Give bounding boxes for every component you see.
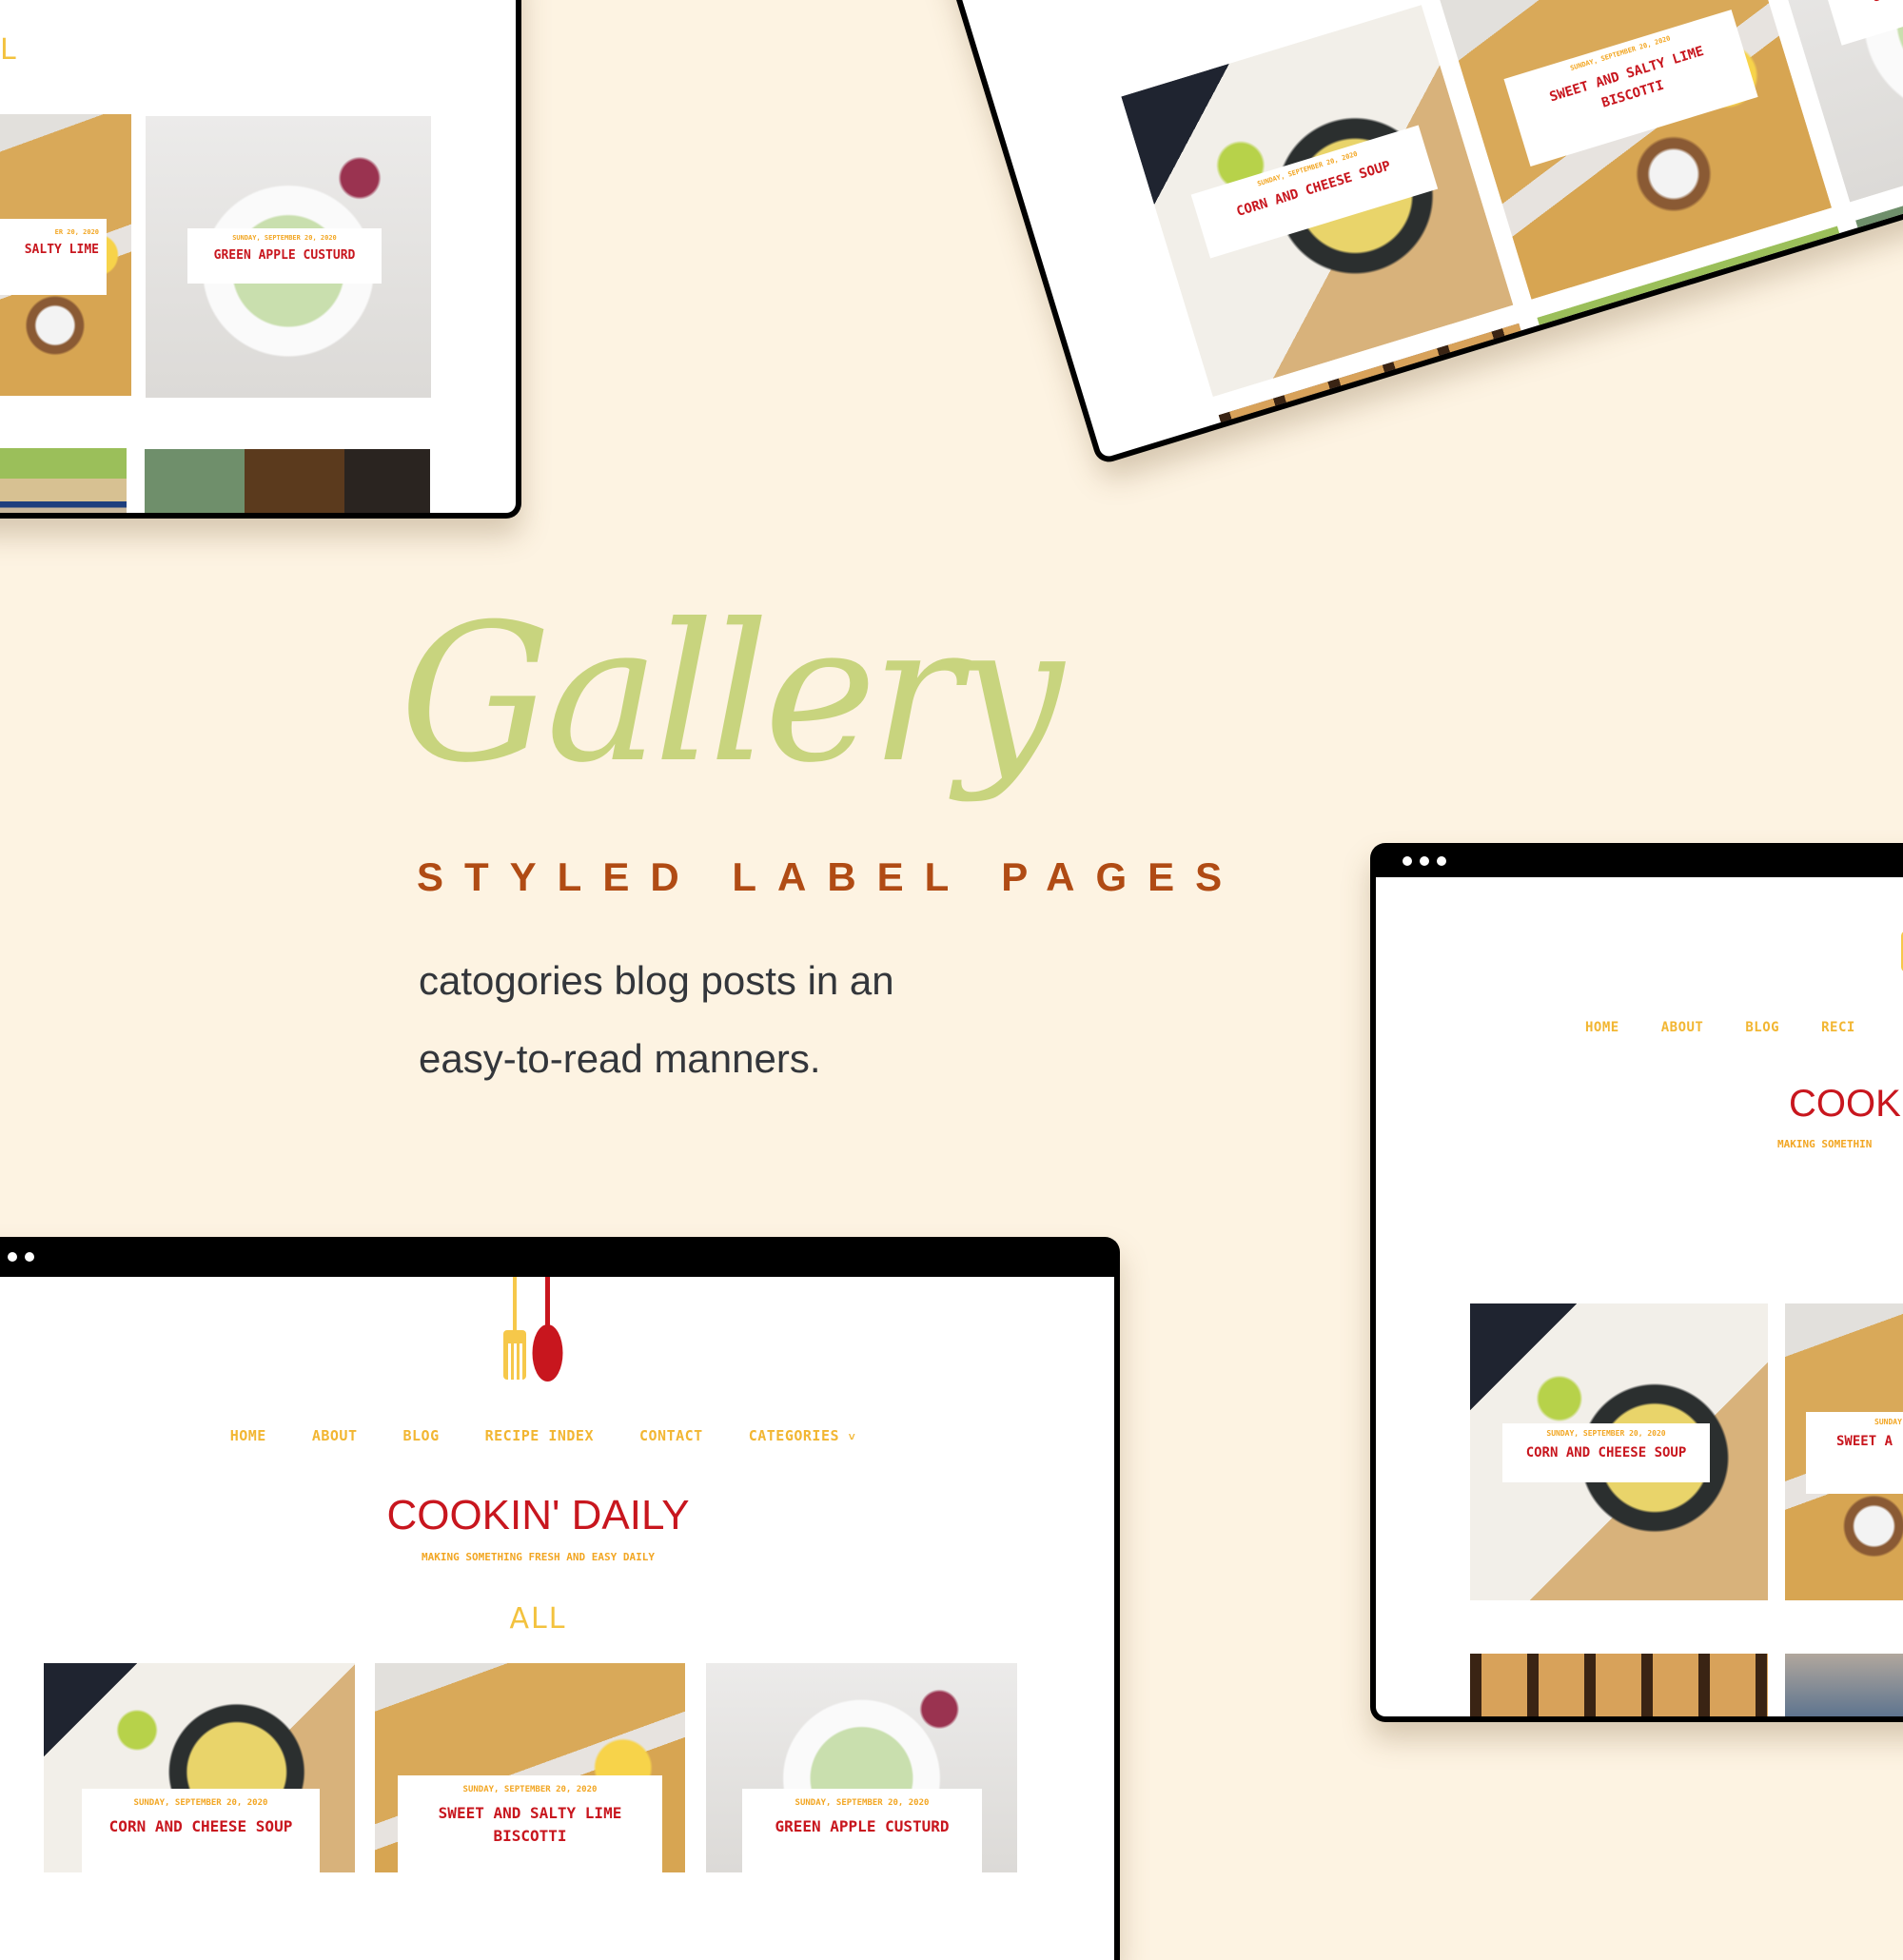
post-card[interactable]: ER 20, 2020 SALTY LIME TTI bbox=[0, 114, 131, 396]
post-date: ER 20, 2020 bbox=[54, 228, 99, 236]
window-dots bbox=[0, 1252, 34, 1262]
nav-categories-label: CATEGORIES bbox=[748, 1427, 840, 1444]
blog-screen: SUNDAY, SEPTEMBER 20, 2020 CORN AND CHEE… bbox=[911, 0, 1903, 459]
nav-home[interactable]: HOME bbox=[1585, 1020, 1619, 1035]
nav-contact[interactable]: CONTACT bbox=[639, 1427, 703, 1444]
post-title: SALTY LIME bbox=[24, 243, 99, 257]
post-date: SUNDAY, SEPTEMBER 20, 2020 bbox=[133, 1798, 268, 1808]
browser-title-bar bbox=[0, 1237, 1120, 1277]
browser-mockup-right: HOME ABOUT BLOG RECI COOK MAKING SOMETHI… bbox=[1370, 843, 1903, 1722]
post-title: CORN AND CHEESE SOUP bbox=[1525, 1445, 1687, 1460]
browser-title-bar bbox=[1370, 843, 1903, 877]
post-date: SUNDAY, SEPTEMBER 20, 2020 bbox=[1546, 1429, 1666, 1438]
post-caption: SUNDAY, SEPTEMBER 20, 2020 CORN AND CHEE… bbox=[82, 1789, 320, 1872]
hero-title: Gallery bbox=[400, 583, 1064, 805]
post-caption: SUNDAY, SEPTEMBER 20, 2020 SWEET AND SAL… bbox=[398, 1775, 662, 1872]
blog-screen: HOME ABOUT BLOG RECIPE INDEX CONTACT CAT… bbox=[0, 1277, 1114, 1960]
post-card[interactable] bbox=[0, 448, 127, 513]
nav-categories[interactable]: CATEGORIES ˅ bbox=[749, 1427, 856, 1444]
post-date: SUNDAY, SEPTEMBER 20, 2020 bbox=[232, 234, 337, 242]
post-photo bbox=[1470, 1654, 1768, 1716]
post-card[interactable] bbox=[145, 449, 430, 513]
window-dot-icon bbox=[1437, 856, 1446, 866]
chevron-down-icon: ˅ bbox=[848, 1430, 856, 1443]
post-title: SWEET A bbox=[1836, 1434, 1893, 1449]
label-heading: L bbox=[0, 33, 18, 67]
blog-tagline: MAKING SOMETHING FRESH AND EASY DAILY bbox=[421, 1551, 656, 1563]
hero-subtitle: STYLED LABEL PAGES bbox=[417, 854, 1244, 899]
post-card[interactable]: SUNDAY, SEPTEMBER 20, 2020 CORN AND CHEE… bbox=[1121, 5, 1514, 398]
window-dot-icon bbox=[25, 1252, 34, 1262]
nav-about[interactable]: ABOUT bbox=[1661, 1020, 1704, 1035]
post-caption: SUNDAY, SEPTEMBER 20, 2020 CORN AND CHEE… bbox=[1502, 1423, 1710, 1482]
post-title: SWEET AND SALTY LIME BISCOTTI bbox=[438, 1804, 622, 1845]
post-card[interactable]: SUNDAY, SEPTEMBER 20, 2020 GREEN APPLE C… bbox=[706, 1663, 1017, 1872]
post-title: GREEN APPLE CUSTURD bbox=[1834, 0, 1903, 18]
window-dot-icon bbox=[8, 1252, 17, 1262]
blog-screen: HOME ABOUT BLOG RECI COOK MAKING SOMETHI… bbox=[1376, 877, 1903, 1716]
nav-blog[interactable]: BLOG bbox=[1745, 1020, 1779, 1035]
browser-mockup-top-right: SUNDAY, SEPTEMBER 20, 2020 CORN AND CHEE… bbox=[904, 0, 1903, 466]
post-card[interactable]: SUNDAY, SWEET A bbox=[1785, 1303, 1903, 1600]
post-photo bbox=[1785, 1654, 1903, 1716]
nav-blog[interactable]: BLOG bbox=[403, 1427, 440, 1444]
hero-description: catogories blog posts in an easy-to-read… bbox=[419, 958, 894, 1081]
post-date: SUNDAY, bbox=[1874, 1418, 1903, 1426]
blog-title: COOKIN' DAILY bbox=[386, 1492, 690, 1539]
post-photo bbox=[145, 449, 430, 513]
post-caption: SUNDAY, SEPTEMBER 20, 2020 GREEN APPLE C… bbox=[742, 1789, 982, 1872]
label-heading: ALL bbox=[509, 1602, 567, 1636]
post-card[interactable] bbox=[1785, 1654, 1903, 1716]
browser-mockup-top-left: L ER 20, 2020 SALTY LIME TTI SUNDAY, SEP… bbox=[0, 0, 521, 519]
window-dot-icon bbox=[1403, 856, 1412, 866]
post-photo bbox=[0, 448, 127, 513]
blog-title: COOK bbox=[1789, 1083, 1901, 1125]
post-date: SUNDAY, SEPTEMBER 20, 2020 bbox=[462, 1785, 598, 1794]
fork-spoon-logo-icon bbox=[503, 1277, 563, 1382]
nav-recipe-index[interactable]: RECIPE INDEX bbox=[485, 1427, 594, 1444]
post-card[interactable] bbox=[1470, 1654, 1768, 1716]
blog-screen: L ER 20, 2020 SALTY LIME TTI SUNDAY, SEP… bbox=[0, 0, 516, 513]
post-card[interactable]: SUNDAY, SEPTEMBER 20, 2020 SWEET AND SAL… bbox=[375, 1663, 685, 1872]
post-title: GREEN APPLE CUSTURD bbox=[775, 1817, 950, 1835]
post-card[interactable]: SUNDAY, SEPTEMBER 20, 2020 CORN AND CHEE… bbox=[1470, 1303, 1768, 1600]
post-caption: SUNDAY, SEPTEMBER 20, 2020 GREEN APPLE C… bbox=[187, 228, 382, 284]
main-nav: HOME ABOUT BLOG RECIPE INDEX CONTACT CAT… bbox=[0, 1427, 1114, 1444]
post-card[interactable]: SUNDAY, SEPTEMBER 20, 2020 CORN AND CHEE… bbox=[44, 1663, 355, 1872]
browser-mockup-bottom-left: HOME ABOUT BLOG RECIPE INDEX CONTACT CAT… bbox=[0, 1237, 1120, 1960]
post-title: GREEN APPLE CUSTURD bbox=[213, 248, 356, 263]
post-card[interactable]: SUNDAY, SEPTEMBER 20, 2020 GREEN APPLE C… bbox=[146, 116, 431, 398]
post-title: CORN AND CHEESE SOUP bbox=[108, 1817, 293, 1835]
window-dots bbox=[1403, 856, 1446, 866]
post-card[interactable]: SUNDAY, SEPTEMBER 20, 2020 SWEET AND SAL… bbox=[1440, 0, 1833, 300]
nav-recipe-index[interactable]: RECI bbox=[1821, 1020, 1855, 1035]
window-dot-icon bbox=[1420, 856, 1429, 866]
blog-tagline: MAKING SOMETHIN bbox=[1777, 1138, 1873, 1150]
post-caption: ER 20, 2020 SALTY LIME TTI bbox=[0, 219, 107, 295]
nav-about[interactable]: ABOUT bbox=[312, 1427, 358, 1444]
post-caption: SUNDAY, SWEET A bbox=[1806, 1412, 1903, 1494]
post-title-line2: TTI bbox=[0, 259, 99, 276]
post-date: SUNDAY, SEPTEMBER 20, 2020 bbox=[795, 1798, 930, 1808]
nav-home[interactable]: HOME bbox=[230, 1427, 266, 1444]
main-nav: HOME ABOUT BLOG RECI bbox=[1585, 1020, 1855, 1035]
